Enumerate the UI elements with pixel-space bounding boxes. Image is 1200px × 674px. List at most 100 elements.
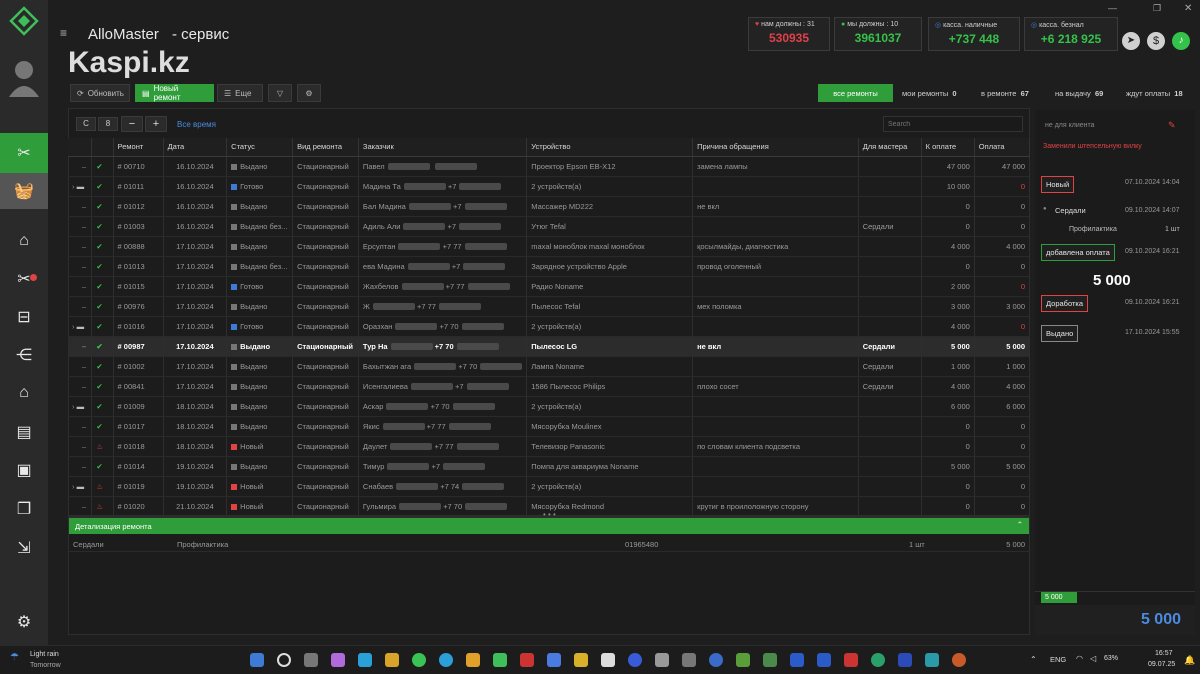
app-icon[interactable] <box>871 653 885 667</box>
cell-expand[interactable]: – <box>68 236 93 257</box>
app-icon[interactable] <box>628 653 642 667</box>
cell-expand[interactable]: – <box>68 496 93 517</box>
stat-we-owe[interactable]: ● мы должны : 10 3961037 <box>834 17 922 51</box>
stat-owed-to-us[interactable]: ♥ нам должны : 31 530935 <box>748 17 830 51</box>
more-button[interactable]: ☰ Еще <box>217 84 263 102</box>
app-icon[interactable] <box>709 653 723 667</box>
sidebar-item-shop[interactable]: 🧺 <box>0 173 48 209</box>
language-indicator[interactable]: ENG <box>1050 655 1066 664</box>
expand-icon[interactable]: › <box>72 482 75 491</box>
col-header[interactable]: Статус <box>226 138 294 157</box>
tab-awaiting-payment[interactable]: ждут оплаты 18 <box>1126 84 1183 102</box>
cell-expand[interactable]: – <box>68 196 93 217</box>
printer-icon[interactable] <box>655 653 669 667</box>
refresh-button[interactable]: ⟳ Обновить <box>70 84 130 102</box>
allomaster-icon[interactable] <box>493 653 507 667</box>
sidebar-item-home[interactable]: ⌂ <box>0 222 48 260</box>
app-icon[interactable] <box>898 653 912 667</box>
detail-header[interactable]: Детализация ремонта ⌃ <box>69 518 1029 534</box>
notification-icon[interactable]: 🔔 <box>1184 655 1195 666</box>
col-header[interactable]: Оплата <box>974 138 1031 157</box>
sidebar-item-repairs[interactable]: ✂ <box>0 260 48 298</box>
table-row[interactable]: – ✔ # 00888 17.10.2024 Выдано Стационарный Ерс… <box>68 236 1031 257</box>
copilot-icon[interactable] <box>331 653 345 667</box>
col-header[interactable]: Устройство <box>526 138 694 157</box>
cell-expand[interactable]: › ▬ <box>68 316 93 337</box>
cell-expand[interactable]: – <box>68 156 93 177</box>
volume-icon[interactable]: ◁ <box>1090 654 1096 663</box>
expand-icon[interactable]: › <box>72 322 75 331</box>
minimize-icon[interactable]: — <box>1108 3 1117 13</box>
table-row[interactable]: – ✔ # 01013 17.10.2024 Выдано без... Стациона… <box>68 256 1031 277</box>
clock-time[interactable]: 16:57 <box>1155 650 1173 657</box>
plus-icon[interactable]: + <box>145 116 167 132</box>
table-row[interactable]: › ▬ ✔ # 01016 17.10.2024 Готово Стационарный О… <box>68 316 1031 337</box>
col-header[interactable]: Ремонт <box>113 138 164 157</box>
restore-icon[interactable]: ❐ <box>1153 3 1161 14</box>
stat-cash[interactable]: ◎ касса. наличные +737 448 <box>928 17 1020 51</box>
task-view-icon[interactable] <box>304 653 318 667</box>
date-from-field[interactable]: С <box>76 117 96 131</box>
search-icon[interactable] <box>277 653 291 667</box>
app-icon[interactable] <box>547 653 561 667</box>
weather-icon[interactable]: ☂ <box>10 652 19 663</box>
app-icon[interactable] <box>817 653 831 667</box>
table-row[interactable]: › ▬ ♨ # 01019 19.10.2024 Новый Стационарный Сн… <box>68 476 1031 497</box>
expand-icon[interactable]: › <box>72 402 75 411</box>
detail-row[interactable]: Сердали Профилактика 01965480 1 шт 5 000 <box>69 534 1029 552</box>
app-icon[interactable] <box>736 653 750 667</box>
sidebar-item-settings[interactable]: ⚙ <box>0 603 48 641</box>
edit-icon[interactable]: ✎ <box>1168 120 1176 131</box>
cell-expand[interactable]: – <box>68 276 93 297</box>
cell-expand[interactable]: – <box>68 296 93 317</box>
search-input[interactable] <box>883 116 1023 132</box>
tab-all-repairs[interactable]: все ремонты <box>818 84 893 102</box>
minus-icon[interactable]: − <box>121 116 143 132</box>
windows-start-icon[interactable] <box>250 653 264 667</box>
tab-my-repairs[interactable]: мои ремонты 0 <box>902 84 957 102</box>
cell-expand[interactable]: – <box>68 356 93 377</box>
sidebar-item-cards[interactable]: ▤ <box>0 413 48 451</box>
bell-icon[interactable]: ♪ <box>1172 32 1190 50</box>
app-icon[interactable] <box>763 653 777 667</box>
explorer-icon[interactable] <box>385 653 399 667</box>
app-icon[interactable] <box>574 653 588 667</box>
col-header[interactable]: Вид ремонта <box>292 138 359 157</box>
table-row[interactable]: – ✔ # 01017 18.10.2024 Выдано Стационарный Яки… <box>68 416 1031 437</box>
telegram-icon[interactable]: ➤ <box>1122 32 1140 50</box>
sidebar-item-basket[interactable]: ⊟ <box>0 298 48 336</box>
dollar-icon[interactable]: $ <box>1147 32 1165 50</box>
sublime-icon[interactable] <box>466 653 480 667</box>
app-icon[interactable] <box>520 653 534 667</box>
edge-icon[interactable] <box>358 653 372 667</box>
table-row[interactable]: – ✔ # 01015 17.10.2024 Готово Стационарный Жах… <box>68 276 1031 297</box>
cell-expand[interactable]: – <box>68 376 93 397</box>
menu-icon[interactable]: ≡ <box>60 26 76 40</box>
col-header[interactable]: Дата <box>163 138 228 157</box>
cell-expand[interactable]: – <box>68 216 93 237</box>
expand-icon[interactable]: › <box>72 182 75 191</box>
filter-button[interactable]: ▽ <box>268 84 292 102</box>
cell-expand[interactable]: › ▬ <box>68 476 93 497</box>
cell-expand[interactable]: – <box>68 416 93 437</box>
col-header[interactable]: К оплате <box>921 138 975 157</box>
tab-to-issue[interactable]: на выдачу 69 <box>1055 84 1103 102</box>
cell-expand[interactable]: – <box>68 436 93 457</box>
close-icon[interactable]: ✕ <box>1184 3 1192 14</box>
weather-text[interactable]: Light rain <box>30 651 59 658</box>
col-header[interactable]: Для мастера <box>858 138 922 157</box>
whatsapp-icon[interactable] <box>412 653 426 667</box>
tab-in-repair[interactable]: в ремонте 67 <box>981 84 1029 102</box>
table-row[interactable]: – ♨ # 01018 18.10.2024 Новый Стационарный Даул… <box>68 436 1031 457</box>
col-header[interactable]: Причина обращения <box>692 138 859 157</box>
settings-button[interactable]: ⚙ <box>297 84 321 102</box>
sidebar-item-contacts[interactable]: ▣ <box>0 451 48 489</box>
table-row[interactable]: – ✔ # 01003 16.10.2024 Выдано без... Стациона… <box>68 216 1031 237</box>
table-row[interactable]: – ✔ # 01014 19.10.2024 Выдано Стационарный Тим… <box>68 456 1031 477</box>
sidebar-item-warehouse[interactable]: ⌂ <box>0 374 48 412</box>
arduino-icon[interactable] <box>925 653 939 667</box>
telegram-icon[interactable] <box>439 653 453 667</box>
cell-expand[interactable]: – <box>68 336 93 357</box>
sidebar-item-export[interactable]: ⇲ <box>0 529 48 567</box>
sidebar-item-service[interactable]: ✂ <box>0 133 48 173</box>
